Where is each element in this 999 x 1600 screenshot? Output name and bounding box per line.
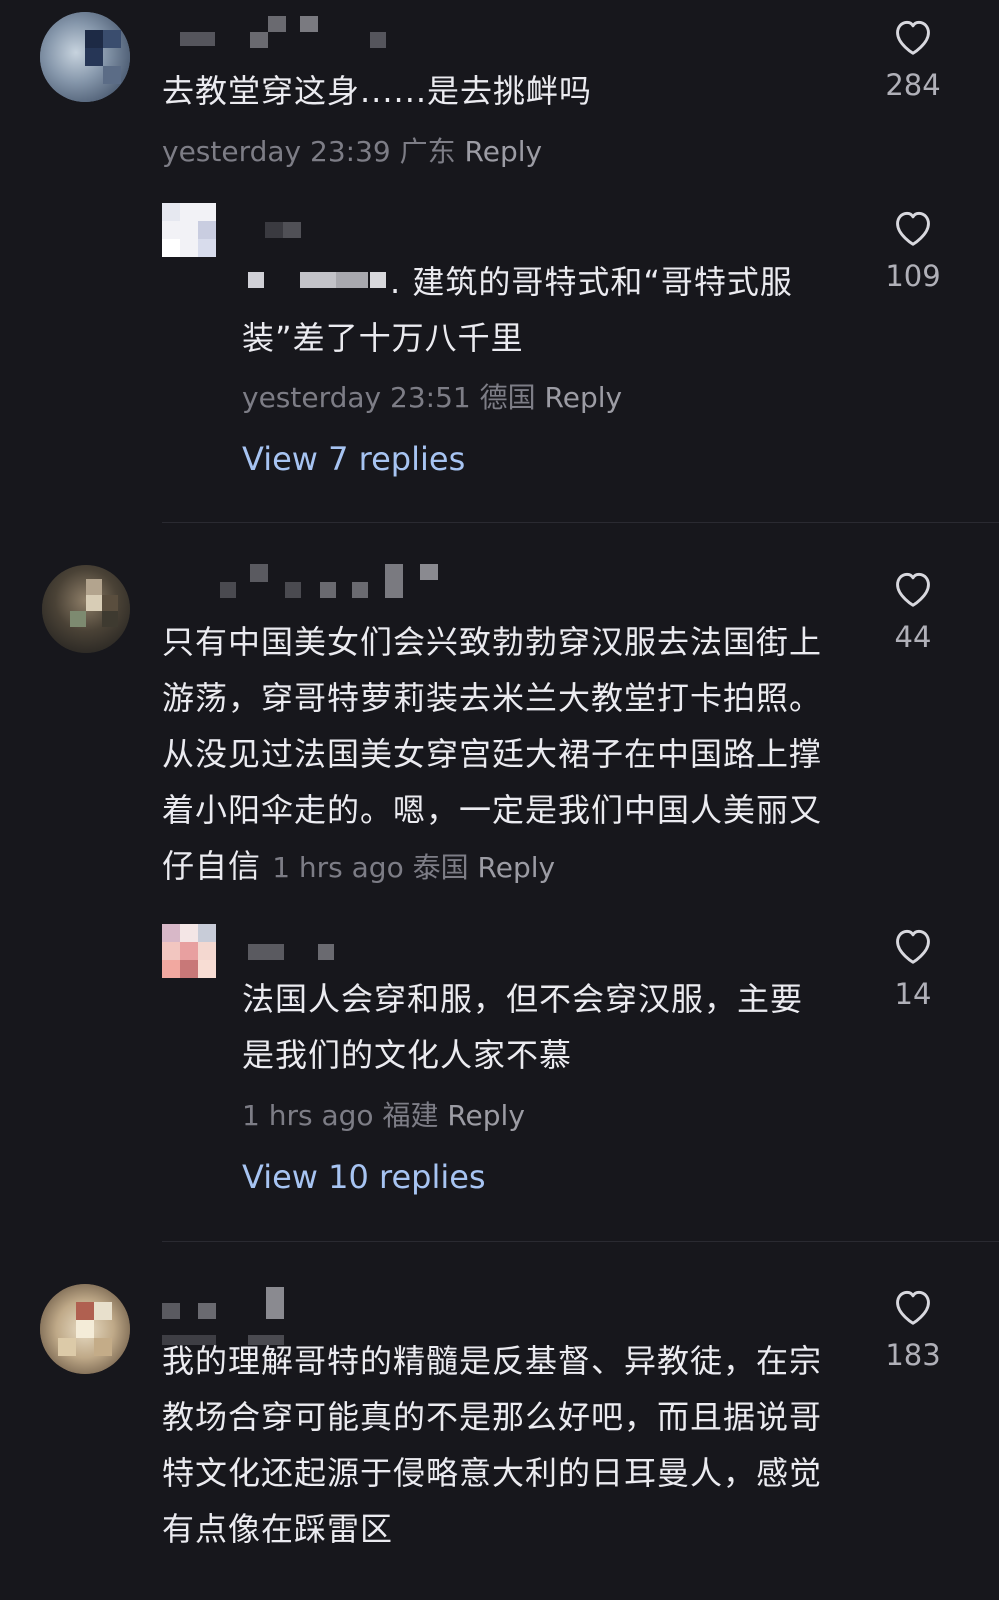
comment-meta: yesterday 23:51 德国 Reply [242,376,622,416]
like-count: 44 [894,620,932,654]
reply-button[interactable]: Reply [478,851,556,884]
comment-time: 1 hrs ago [272,851,404,884]
like-button[interactable]: 183 [873,1286,953,1372]
like-count: 14 [894,977,932,1011]
comment-meta: yesterday 23:39 广东 Reply [162,130,542,170]
heart-outline-icon [896,20,930,55]
reply-text: . 建筑的哥特式和“哥特式服装”差了十万八千里 [242,263,793,357]
avatar[interactable] [40,1284,130,1374]
divider [162,522,999,523]
avatar[interactable] [162,924,216,978]
comment-text: 去教堂穿这身......是去挑衅吗 [162,72,593,110]
heart-outline-icon [896,572,930,607]
comment-text: 只有中国美女们会兴致勃勃穿汉服去法国街上游荡，穿哥特萝莉装去米兰大教堂打卡拍照。… [162,614,852,896]
comment-location: 福建 [382,1099,439,1132]
like-count: 109 [885,259,941,293]
avatar[interactable] [42,565,130,653]
comment-body: 只有中国美女们会兴致勃勃穿汉服去法国街上游荡，穿哥特萝莉装去米兰大教堂打卡拍照。… [162,623,823,885]
username-blurred[interactable] [248,940,348,964]
comment-time: yesterday 23:39 [162,135,391,168]
comment-location: 德国 [479,381,536,414]
reply-text: 法国人会穿和服，但不会穿汉服，主要是我们的文化人家不慕 [242,980,804,1074]
like-count: 183 [885,1338,941,1372]
heart-outline-icon [896,1290,930,1325]
comment-location: 泰国 [412,851,469,884]
divider [162,1241,999,1242]
comment-text: 我的理解哥特的精髓是反基督、异教徒，在宗教场合穿可能真的不是那么好吧，而且据说哥… [162,1342,823,1548]
comment-meta: 1 hrs ago 福建 Reply [242,1094,525,1134]
like-button[interactable]: 14 [873,925,953,1011]
username-blurred[interactable] [170,562,450,602]
like-count: 284 [885,68,941,102]
view-replies-link[interactable]: View 7 replies [242,440,465,478]
reply-button[interactable]: Reply [465,135,543,168]
heart-outline-icon [896,929,930,964]
view-replies-link[interactable]: View 10 replies [242,1158,486,1196]
username-blurred[interactable] [180,14,400,54]
reply-button[interactable]: Reply [447,1099,525,1132]
avatar[interactable] [162,203,216,257]
comment-time: 1 hrs ago [242,1099,374,1132]
like-button[interactable]: 284 [873,16,953,102]
comment-location: 广东 [399,135,456,168]
username-blurred[interactable] [265,220,325,240]
like-button[interactable]: 109 [873,207,953,293]
comment-time: yesterday 23:51 [242,381,471,414]
avatar[interactable] [40,12,130,102]
like-button[interactable]: 44 [873,568,953,654]
heart-outline-icon [896,211,930,246]
reply-button[interactable]: Reply [545,381,623,414]
comment-meta: 1 hrs ago 泰国 Reply [272,851,555,884]
